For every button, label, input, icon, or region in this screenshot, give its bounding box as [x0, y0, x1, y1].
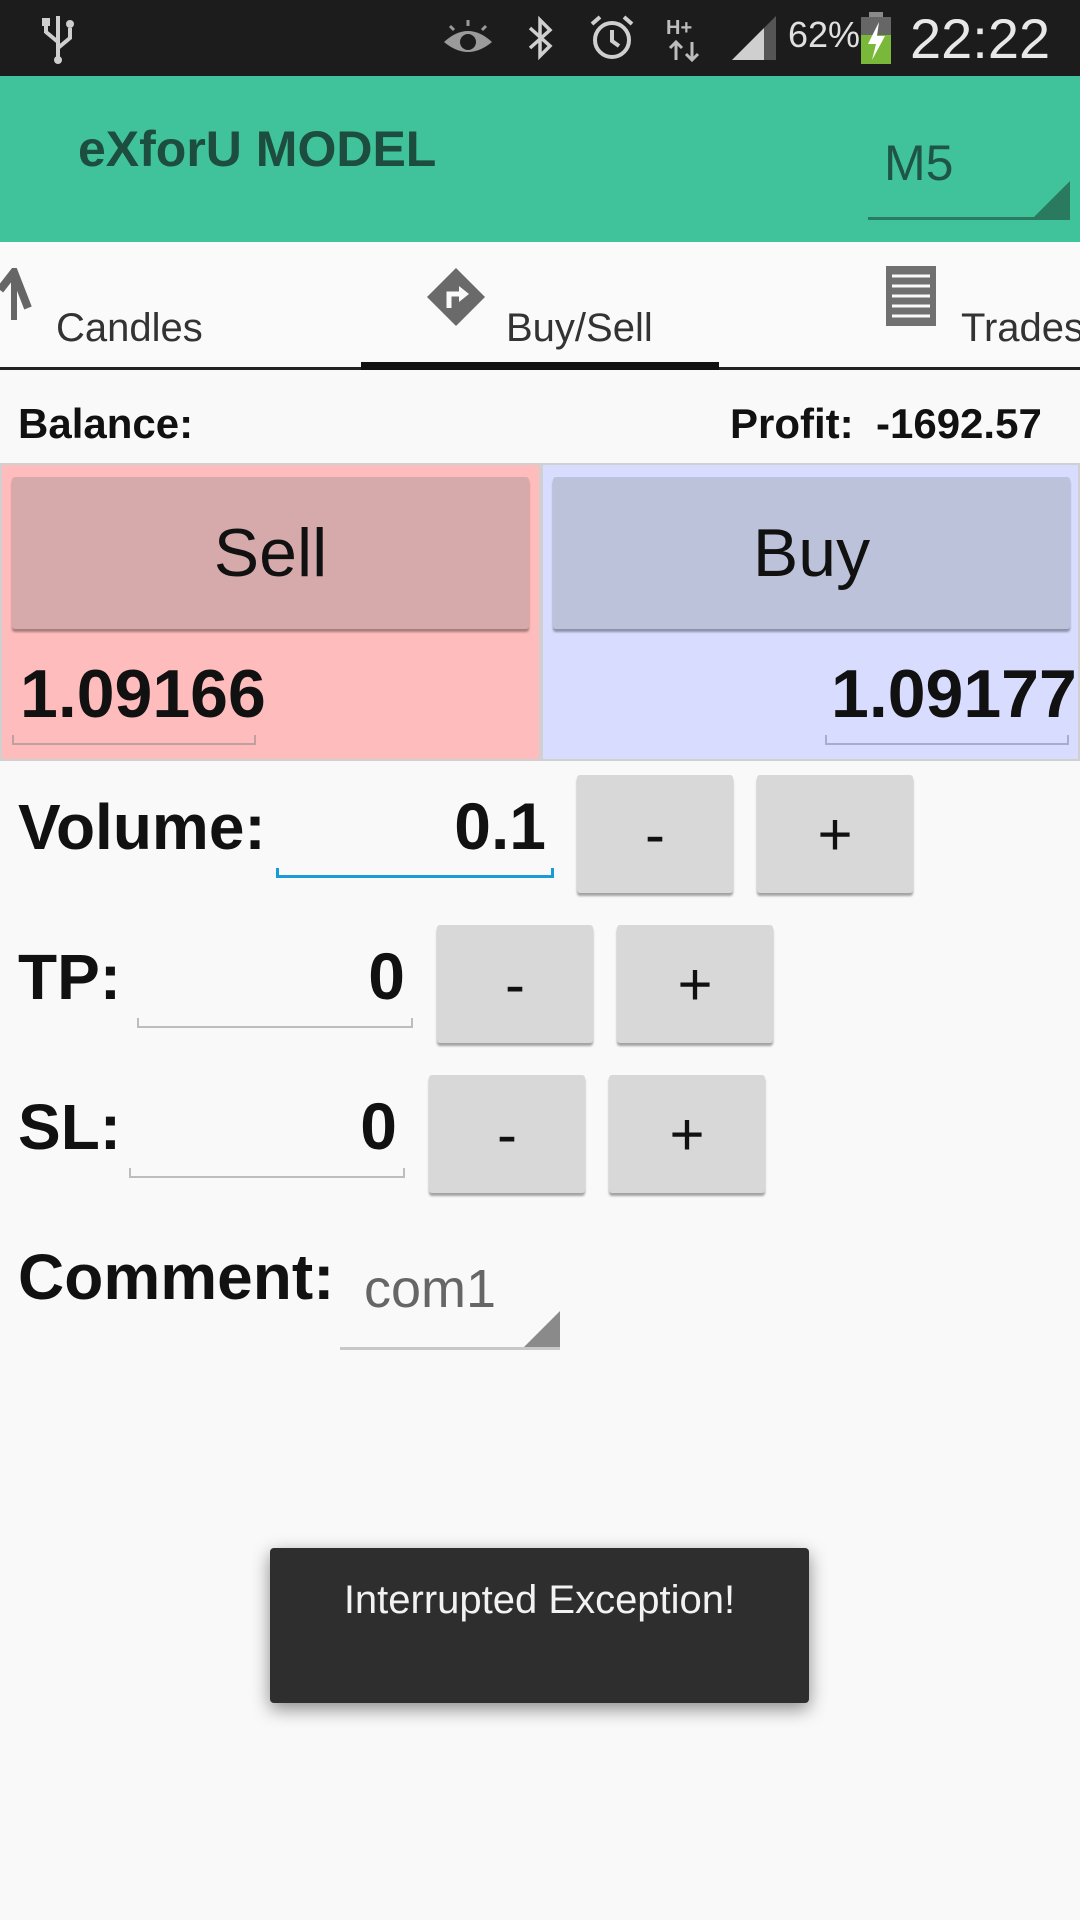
- sell-panel: Sell 1.09166: [0, 463, 541, 761]
- comment-spinner[interactable]: com1: [340, 1248, 560, 1350]
- sell-button[interactable]: Sell: [12, 477, 529, 629]
- sell-price: 1.09166: [20, 656, 266, 732]
- toast-text: Interrupted Exception!: [343, 1578, 736, 1622]
- eye-icon: [444, 20, 492, 52]
- usb-icon: [42, 16, 74, 64]
- sl-input[interactable]: 0: [129, 1078, 405, 1178]
- profit-label: Profit:: [730, 400, 854, 447]
- volume-minus-button[interactable]: -: [577, 775, 733, 893]
- tab-candles[interactable]: Candles: [0, 242, 360, 370]
- tp-plus-button[interactable]: +: [617, 925, 773, 1043]
- spinner-arrow-icon: [1034, 181, 1070, 217]
- network-type-icon: H+: [666, 17, 700, 63]
- document-lines-icon: [886, 266, 936, 326]
- alarm-icon: [590, 15, 634, 59]
- app-title: eXforU MODEL: [78, 121, 437, 177]
- bluetooth-icon: [528, 15, 553, 61]
- buy-button[interactable]: Buy: [553, 477, 1070, 629]
- sell-price-underline: [12, 735, 256, 745]
- direction-sign-icon: [427, 268, 485, 326]
- tab-bar: Candles Buy/Sell Trades: [0, 242, 1080, 370]
- volume-plus-button[interactable]: +: [757, 775, 913, 893]
- volume-underline: [276, 868, 554, 878]
- tp-label: TP:: [18, 941, 122, 1013]
- volume-value: 0.1: [454, 789, 546, 863]
- volume-label: Volume:: [18, 791, 266, 863]
- toast-message: Interrupted Exception!: [270, 1548, 809, 1703]
- volume-input[interactable]: 0.1: [276, 778, 554, 878]
- profit-value: -1692.57: [876, 400, 1042, 447]
- timeframe-value: M5: [884, 135, 954, 191]
- comment-value: com1: [364, 1259, 497, 1319]
- spinner-arrow-icon: [524, 1311, 560, 1347]
- tab-label: Candles: [56, 306, 203, 350]
- sl-label: SL:: [18, 1091, 122, 1163]
- tab-trades[interactable]: Trades: [720, 242, 1080, 370]
- buy-panel: Buy 1.09177: [541, 463, 1080, 761]
- balance-label: Balance:: [18, 400, 194, 447]
- tab-label: Buy/Sell: [506, 306, 653, 350]
- candles-icon: [0, 268, 32, 320]
- sl-underline: [129, 1168, 405, 1178]
- tab-buy-sell[interactable]: Buy/Sell: [361, 242, 719, 370]
- svg-text:H+: H+: [666, 17, 692, 39]
- tp-value: 0: [368, 939, 405, 1013]
- action-bar: eXforU MODEL M5: [0, 76, 1080, 242]
- sl-minus-button[interactable]: -: [429, 1075, 585, 1193]
- tab-label: Trades: [961, 306, 1080, 350]
- tp-minus-button[interactable]: -: [437, 925, 593, 1043]
- sl-value: 0: [360, 1089, 397, 1163]
- timeframe-spinner[interactable]: M5: [868, 126, 1070, 220]
- comment-label: Comment:: [18, 1241, 335, 1313]
- tp-input[interactable]: 0: [137, 928, 413, 1028]
- sl-plus-button[interactable]: +: [609, 1075, 765, 1193]
- buy-price: 1.09177: [831, 656, 1077, 732]
- clock: 22:22: [910, 7, 1051, 70]
- battery-charging-icon: [861, 12, 891, 64]
- signal-icon: [732, 16, 776, 60]
- battery-percent: 62%: [788, 14, 861, 55]
- buy-price-underline: [825, 735, 1069, 745]
- tp-underline: [137, 1018, 413, 1028]
- status-bar: H+ 62% 22:22: [0, 0, 1080, 76]
- tab-selected-indicator: [361, 362, 719, 370]
